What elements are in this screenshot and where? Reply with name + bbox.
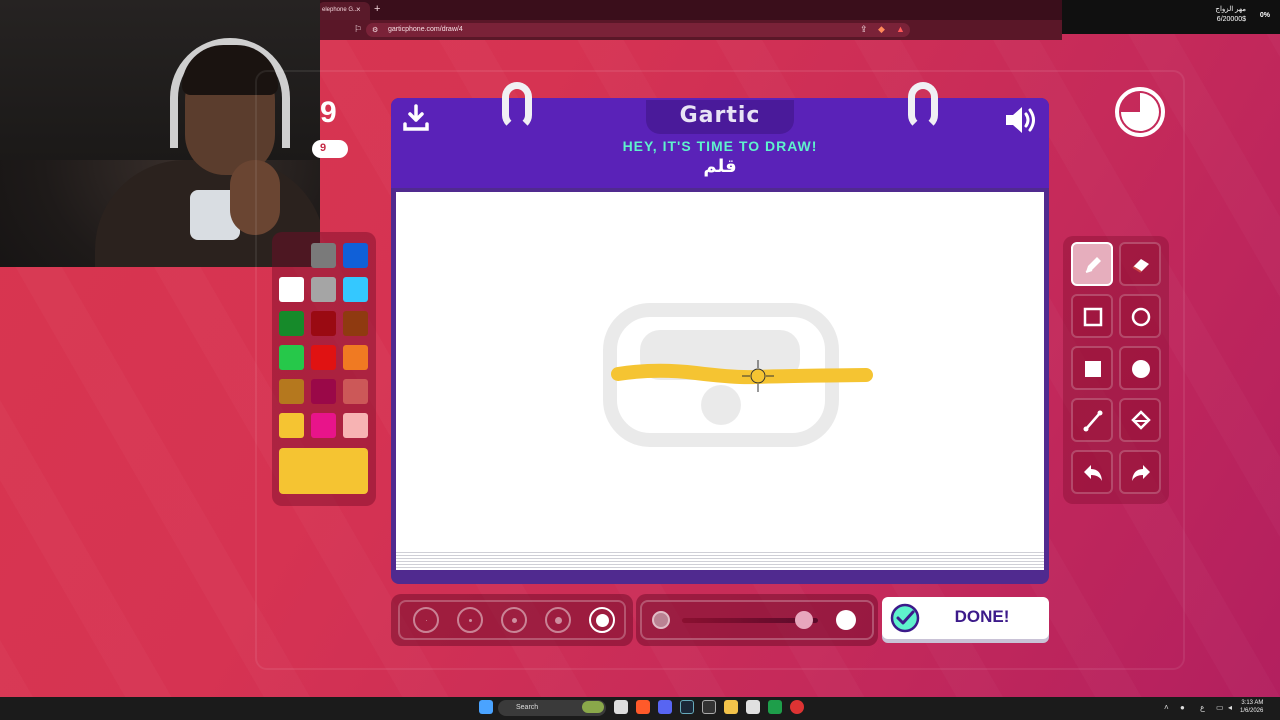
done-label: DONE! [954,607,1010,626]
color-swatch[interactable] [311,379,336,404]
brush-size-dot [468,618,472,622]
tool-line[interactable] [1071,398,1113,442]
mic-icon[interactable]: ● [1180,703,1185,712]
brush-size-option[interactable] [589,607,615,633]
color-swatch[interactable] [279,413,304,438]
tool-redo[interactable] [1119,450,1161,494]
timer-icon [1115,87,1165,137]
brave-shield-icon[interactable]: ◆ [878,24,885,35]
tab-close-icon[interactable]: × [356,5,361,14]
brush-size-option[interactable] [545,607,571,633]
color-swatch[interactable] [311,345,336,370]
overlay-title: مهر الزواج [1215,6,1246,13]
redo-icon [1132,465,1150,481]
overlay-percent: 0% [1259,12,1270,19]
tray-chevron-icon[interactable]: ˄ [1164,703,1169,712]
rectangle-outline-icon [1083,307,1103,327]
new-tab-button[interactable]: + [374,3,380,15]
circle-outline-icon [1131,307,1151,327]
opacity-min-icon [652,611,670,629]
eraser-icon [1132,259,1149,273]
brush-size-dot [554,616,562,624]
site-info-icon[interactable]: ⚙ [372,26,378,34]
color-swatch[interactable] [343,345,368,370]
tool-rectangle-outline[interactable] [1071,294,1113,338]
brush-size-dot [595,613,609,627]
color-swatch[interactable] [343,379,368,404]
undo-icon [1084,465,1102,481]
color-swatch[interactable] [343,243,368,268]
draw-word: قلم [703,156,737,177]
tool-eraser[interactable] [1119,242,1161,286]
tool-circle-outline[interactable] [1119,294,1161,338]
draw-prompt: HEY, IT'S TIME TO DRAW! [622,138,818,154]
rewards-icon[interactable]: ▲ [896,24,905,34]
line-icon [1083,410,1103,432]
notepad-pages [396,550,1044,570]
color-swatch[interactable] [311,277,336,302]
color-swatch[interactable] [343,413,368,438]
tool-pencil[interactable] [1071,242,1113,286]
brush-size-option[interactable] [501,607,527,633]
start-icon[interactable] [479,700,493,714]
notepad-ring-right [908,82,938,130]
search-highlight-icon [582,701,604,713]
browser-tab[interactable]: elephone G... [318,2,370,20]
store-icon[interactable] [746,700,760,714]
brush-size-dot [511,617,517,623]
color-swatch[interactable] [311,311,336,336]
volume-icon[interactable] [1004,104,1038,136]
color-swatch[interactable] [311,413,336,438]
check-icon [890,603,920,633]
tool-circle-filled[interactable] [1119,346,1161,390]
obs-icon[interactable] [790,700,804,714]
color-swatch[interactable] [279,277,304,302]
brush-size-dot [425,619,427,621]
brush-size-option[interactable] [457,607,483,633]
address-bar[interactable]: garticphone.com/draw/4 [366,23,910,37]
brave-browser-icon[interactable] [636,700,650,714]
speaker-icon[interactable]: ◂ [1228,703,1232,712]
drawn-stroke [611,360,873,392]
tool-fill-bucket[interactable] [1119,398,1161,442]
tool-undo[interactable] [1071,450,1113,494]
opacity-max-icon [836,610,856,630]
file-explorer-icon[interactable] [724,700,738,714]
color-swatch[interactable] [279,345,304,370]
color-swatch[interactable] [311,243,336,268]
taskbar-clock[interactable]: 3:13 AM 1/6/2026 [1240,699,1263,715]
discord-icon[interactable] [658,700,672,714]
clock-time: 3:13 AM [1241,700,1264,706]
rectangle-filled-icon [1085,361,1101,377]
brush-size-option[interactable] [413,607,439,633]
task-view-icon[interactable] [614,700,628,714]
color-swatch[interactable] [343,277,368,302]
xbox-icon[interactable] [768,700,782,714]
overlay-goal: 6/20000$ [1216,16,1246,23]
color-swatch[interactable] [279,311,304,336]
share-icon[interactable]: ⇪ [860,24,868,35]
steam-icon[interactable] [680,700,694,714]
selected-color-swatch [279,448,368,494]
notepad-ring-left [502,82,532,130]
bookmark-icon[interactable]: ⚐ [354,24,362,35]
input-language[interactable]: ع [1200,703,1205,712]
tool-rectangle-filled[interactable] [1071,346,1113,390]
pencil-icon [1085,257,1101,273]
network-icon[interactable]: ▭ [1216,703,1224,712]
gartic-logo: Gartic [679,103,761,128]
download-icon[interactable] [403,104,429,132]
stream-overlay: مهر الزواج 6/20000$ 0% [1062,0,1280,34]
clock-date: 1/6/2026 [1240,708,1264,714]
fill-bucket-icon [1131,410,1151,430]
circle-filled-icon [1132,360,1150,378]
color-swatch[interactable] [279,379,304,404]
epic-games-icon[interactable] [702,700,716,714]
color-swatch[interactable] [343,311,368,336]
